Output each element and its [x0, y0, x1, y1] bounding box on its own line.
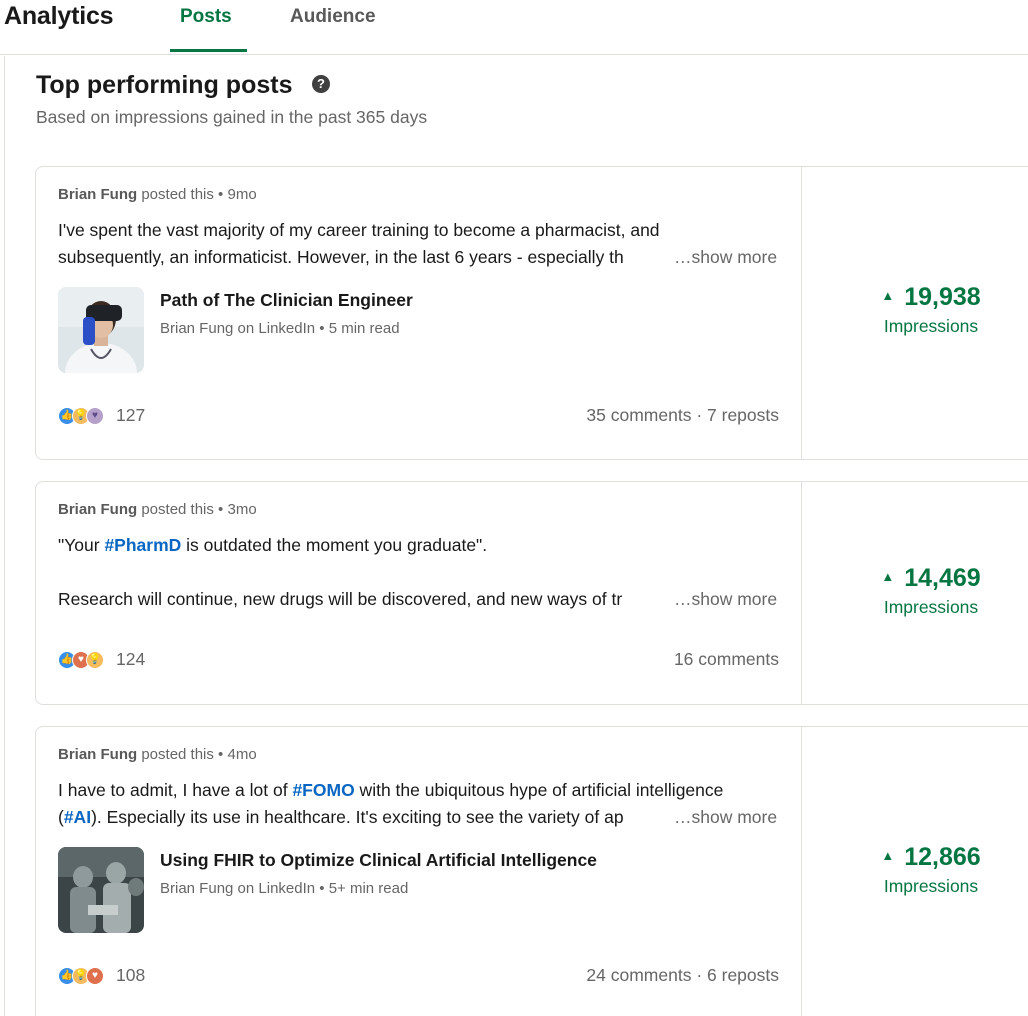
post-meta: Brian Fung posted this • 9mo — [58, 186, 257, 203]
analytics-header: Analytics Posts Audience — [0, 0, 1028, 55]
impressions-value: ▲ 19,938 — [881, 283, 981, 311]
article-thumbnail[interactable] — [58, 287, 144, 373]
post-card[interactable]: Brian Fung posted this • 3mo "Your #Phar… — [35, 481, 1028, 705]
impressions-block: ▲ 19,938 Impressions — [801, 283, 1028, 337]
impressions-value: ▲ 12,866 — [881, 843, 981, 871]
tab-audience[interactable]: Audience — [290, 6, 376, 28]
post-text-line: (#AI). Especially its use in healthcare.… — [58, 807, 624, 827]
article-title[interactable]: Using FHIR to Optimize Clinical Artifici… — [160, 850, 597, 871]
post-text-line: Research will continue, new drugs will b… — [58, 589, 623, 609]
reaction-count: 108 — [116, 965, 146, 985]
post-content: Brian Fung posted this • 9mo I've spent … — [36, 167, 801, 459]
impressions-label: Impressions — [883, 597, 979, 617]
post-text-line: I've spent the vast majority of my caree… — [58, 220, 660, 240]
impressions-block: ▲ 14,469 Impressions — [801, 564, 1028, 618]
article-title[interactable]: Path of The Clinician Engineer — [160, 290, 413, 311]
impressions-label: Impressions — [883, 876, 979, 896]
reaction-count: 127 — [116, 405, 146, 425]
show-more-link[interactable]: …show more — [668, 589, 778, 610]
section-subtitle: Based on impressions gained in the past … — [36, 107, 428, 127]
hashtag-link[interactable]: #AI — [64, 807, 91, 827]
up-arrow-icon: ▲ — [881, 847, 895, 863]
post-card[interactable]: Brian Fung posted this • 4mo I have to a… — [35, 726, 1028, 1016]
post-timestamp: posted this • 9mo — [141, 186, 257, 203]
hashtag-link[interactable]: #PharmD — [104, 535, 181, 555]
post-meta: Brian Fung posted this • 3mo — [58, 501, 257, 518]
page-title: Analytics — [4, 2, 114, 30]
article-thumbnail[interactable] — [58, 847, 144, 933]
engagement-stats[interactable]: 24 comments · 6 reposts — [586, 965, 779, 986]
post-content: Brian Fung posted this • 3mo "Your #Phar… — [36, 482, 801, 704]
article-preview[interactable]: Using FHIR to Optimize Clinical Artifici… — [58, 847, 758, 933]
support-reaction-icon: ♥ — [86, 407, 104, 425]
article-byline: Brian Fung on LinkedIn • 5+ min read — [160, 880, 409, 897]
post-meta: Brian Fung posted this • 4mo — [58, 746, 257, 763]
love-reaction-icon: ♥ — [86, 967, 104, 985]
tab-posts[interactable]: Posts — [180, 6, 232, 28]
question-circle-icon[interactable]: ? — [312, 75, 330, 93]
show-more-link[interactable]: …show more — [668, 807, 778, 828]
panel-border — [4, 56, 5, 1016]
post-timestamp: posted this • 3mo — [141, 501, 257, 518]
impressions-label: Impressions — [883, 316, 979, 336]
section-title: Top performing posts — [36, 71, 293, 99]
insightful-reaction-icon: 💡 — [86, 651, 104, 669]
impressions-value: ▲ 14,469 — [881, 564, 981, 592]
reaction-count: 124 — [116, 649, 146, 669]
post-text-line: "Your #PharmD is outdated the moment you… — [58, 535, 488, 555]
impressions-block: ▲ 12,866 Impressions — [801, 843, 1028, 897]
author-name[interactable]: Brian Fung — [58, 186, 137, 203]
article-preview[interactable]: Path of The Clinician Engineer Brian Fun… — [58, 287, 758, 373]
up-arrow-icon: ▲ — [881, 287, 895, 303]
show-more-link[interactable]: …show more — [668, 247, 778, 268]
hashtag-link[interactable]: #FOMO — [292, 780, 354, 800]
post-card[interactable]: Brian Fung posted this • 9mo I've spent … — [35, 166, 1028, 460]
author-name[interactable]: Brian Fung — [58, 746, 137, 763]
post-timestamp: posted this • 4mo — [141, 746, 257, 763]
engagement-stats[interactable]: 16 comments — [674, 649, 779, 670]
post-text-line: I have to admit, I have a lot of #FOMO w… — [58, 780, 724, 800]
post-text-line: subsequently, an informaticist. However,… — [58, 247, 624, 267]
post-content: Brian Fung posted this • 4mo I have to a… — [36, 727, 801, 1016]
active-tab-indicator — [170, 49, 247, 52]
up-arrow-icon: ▲ — [881, 568, 895, 584]
author-name[interactable]: Brian Fung — [58, 501, 137, 518]
article-byline: Brian Fung on LinkedIn • 5 min read — [160, 320, 400, 337]
engagement-stats[interactable]: 35 comments · 7 reposts — [586, 405, 779, 426]
